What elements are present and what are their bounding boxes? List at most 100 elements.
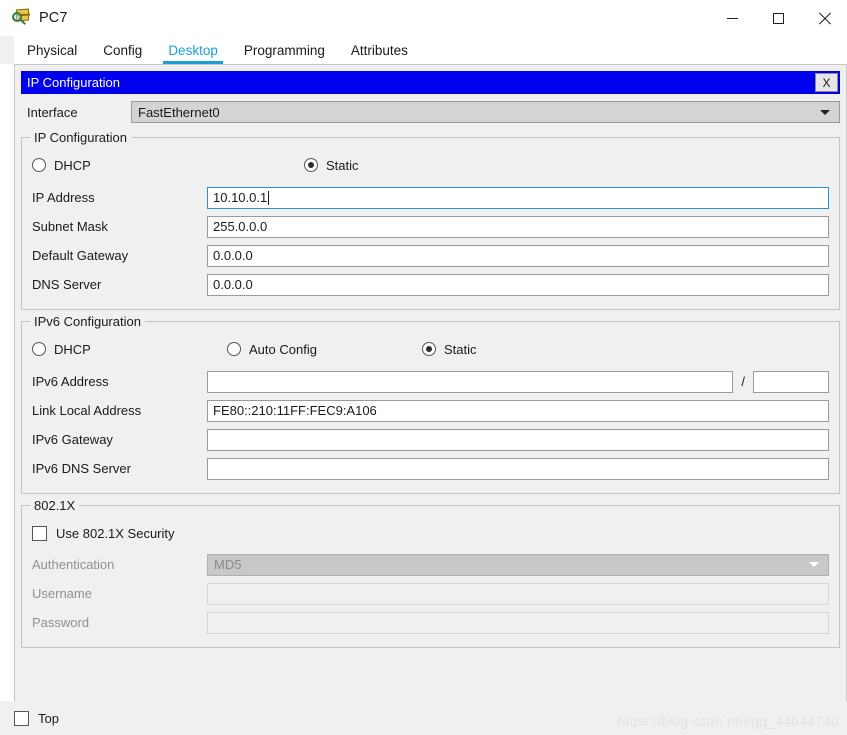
- use-dot1x-security-row[interactable]: Use 802.1X Security: [32, 520, 829, 546]
- ipv6-mode-row: DHCP Auto Config Static: [32, 336, 829, 362]
- default-gateway-input[interactable]: 0.0.0.0: [207, 244, 829, 267]
- minimize-icon: [726, 17, 738, 19]
- ip-address-value: 10.10.0.1: [213, 190, 268, 205]
- top-checkbox-label: Top: [38, 710, 59, 726]
- tab-desktop[interactable]: Desktop: [155, 36, 231, 64]
- interface-selected-value: FastEthernet0: [138, 104, 220, 120]
- maximize-icon: [772, 12, 784, 24]
- ipv6-group-title: IPv6 Configuration: [30, 314, 145, 329]
- ipv6-static-label: Static: [444, 341, 477, 357]
- interface-select[interactable]: FastEthernet0: [131, 101, 840, 123]
- dialog-title: IP Configuration: [27, 75, 120, 90]
- chevron-down-icon: [809, 562, 819, 567]
- dot1x-group-title: 802.1X: [30, 498, 80, 513]
- tab-config[interactable]: Config: [90, 36, 155, 64]
- window-titlebar: PC7: [0, 0, 847, 36]
- tab-config-label: Config: [103, 42, 143, 58]
- dialog-close-label: X: [822, 75, 831, 90]
- ipv6-address-row: IPv6 Address /: [32, 367, 829, 396]
- tab-bar: Physical Config Desktop Programming Attr…: [0, 36, 847, 64]
- subnet-mask-input[interactable]: 255.0.0.0: [207, 215, 829, 238]
- ipv6-gateway-label: IPv6 Gateway: [32, 432, 113, 447]
- maximize-button[interactable]: [755, 0, 801, 36]
- ip-address-label: IP Address: [32, 190, 95, 205]
- link-local-address-input[interactable]: FE80::210:11FF:FEC9:A106: [207, 399, 829, 422]
- dns-server-input[interactable]: 0.0.0.0: [207, 273, 829, 296]
- radio-icon-ipv6-autoconfig: [227, 342, 241, 356]
- tab-attributes[interactable]: Attributes: [338, 36, 421, 64]
- authentication-label: Authentication: [32, 557, 115, 572]
- subnet-mask-row: Subnet Mask 255.0.0.0: [32, 212, 829, 241]
- ipv6-gateway-input[interactable]: [207, 428, 829, 451]
- ipv6-static-option[interactable]: Static: [422, 342, 477, 357]
- ipv6-gateway-row: IPv6 Gateway: [32, 425, 829, 454]
- ipv6-dns-server-row: IPv6 DNS Server: [32, 454, 829, 483]
- dialog-close-button[interactable]: X: [815, 73, 838, 92]
- ipv4-dhcp-label: DHCP: [54, 157, 91, 173]
- ipv6-dns-server-input[interactable]: [207, 457, 829, 480]
- ipv6-address-input[interactable]: [207, 370, 734, 393]
- watermark-text: https://blog.csdn.net/qq_44644740: [617, 713, 839, 729]
- tab-physical[interactable]: Physical: [14, 36, 90, 64]
- radio-icon-ipv4-dhcp: [32, 158, 46, 172]
- password-row: Password: [32, 608, 829, 637]
- password-label: Password: [32, 615, 90, 630]
- username-row: Username: [32, 579, 829, 608]
- minimize-button[interactable]: [709, 0, 755, 36]
- ipv6-dhcp-option[interactable]: DHCP: [32, 342, 227, 357]
- link-local-address-row: Link Local Address FE80::210:11FF:FEC9:A…: [32, 396, 829, 425]
- desktop-panel-area: IP Configuration X Interface FastEtherne…: [0, 64, 847, 701]
- ipv4-dhcp-option[interactable]: DHCP: [32, 158, 304, 173]
- ipv4-group-title: IP Configuration: [30, 130, 131, 145]
- default-gateway-label: Default Gateway: [32, 248, 129, 263]
- tab-programming-label: Programming: [243, 42, 325, 58]
- ipv6-dns-server-label: IPv6 DNS Server: [32, 461, 131, 476]
- password-input[interactable]: [207, 611, 829, 634]
- dot1x-group: 802.1X Use 802.1X Security Authenticatio…: [21, 498, 840, 648]
- link-local-address-value: FE80::210:11FF:FEC9:A106: [213, 403, 377, 418]
- checkbox-icon-top[interactable]: [14, 710, 29, 726]
- authentication-select[interactable]: MD5: [207, 553, 829, 576]
- window-title-group: PC7: [0, 8, 68, 27]
- radio-icon-ipv6-static: [422, 342, 436, 356]
- checkbox-icon-use-dot1x: [32, 525, 47, 541]
- tab-programming[interactable]: Programming: [231, 36, 338, 64]
- dns-server-label: DNS Server: [32, 277, 102, 292]
- subnet-mask-label: Subnet Mask: [32, 219, 108, 234]
- default-gateway-row: Default Gateway 0.0.0.0: [32, 241, 829, 270]
- ipv4-configuration-group: IP Configuration DHCP Static IP Address …: [21, 130, 840, 310]
- packet-tracer-device-icon: [12, 8, 30, 27]
- ipv4-static-label: Static: [326, 157, 359, 173]
- ipv6-address-label: IPv6 Address: [32, 374, 109, 389]
- interface-row: Interface FastEthernet0: [21, 98, 840, 126]
- authentication-selected-value: MD5: [214, 557, 242, 572]
- tab-physical-label: Physical: [27, 42, 78, 58]
- use-dot1x-security-label: Use 802.1X Security: [56, 525, 175, 541]
- window-controls: [709, 0, 847, 36]
- ipv6-autoconfig-option[interactable]: Auto Config: [227, 342, 422, 357]
- ip-address-input[interactable]: 10.10.0.1: [207, 186, 829, 209]
- close-icon: [818, 12, 831, 25]
- window-title: PC7: [39, 10, 68, 26]
- ipv6-autoconfig-label: Auto Config: [249, 341, 317, 357]
- ipv4-mode-row: DHCP Static: [32, 152, 829, 178]
- ip-configuration-panel: IP Configuration X Interface FastEtherne…: [14, 64, 847, 701]
- authentication-row: Authentication MD5: [32, 550, 829, 579]
- dialog-header: IP Configuration X: [21, 71, 840, 94]
- dns-server-row: DNS Server 0.0.0.0: [32, 270, 829, 299]
- ipv6-prefix-input[interactable]: [753, 370, 829, 393]
- ipv4-static-option[interactable]: Static: [304, 158, 359, 173]
- username-input[interactable]: [207, 582, 829, 605]
- text-caret: [268, 190, 270, 205]
- close-button[interactable]: [801, 0, 847, 36]
- chevron-down-icon: [820, 109, 830, 115]
- panel-filler: [21, 648, 840, 701]
- subnet-mask-value: 255.0.0.0: [213, 219, 268, 234]
- footer-bar: Top https://blog.csdn.net/qq_44644740: [0, 701, 847, 735]
- username-label: Username: [32, 586, 92, 601]
- radio-icon-ipv4-static: [304, 158, 318, 172]
- ipv6-configuration-group: IPv6 Configuration DHCP Auto Config Stat…: [21, 314, 840, 494]
- default-gateway-value: 0.0.0.0: [213, 248, 253, 263]
- radio-icon-ipv6-dhcp: [32, 342, 46, 356]
- ip-address-row: IP Address 10.10.0.1: [32, 183, 829, 212]
